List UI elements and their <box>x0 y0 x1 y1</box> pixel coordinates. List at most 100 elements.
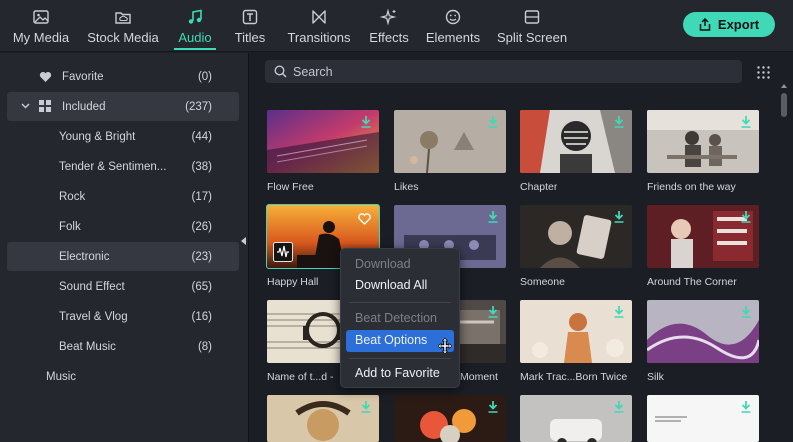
audio-card-15[interactable] <box>520 395 632 442</box>
top-tab-bar: My Media Stock Media Audio Titles Transi… <box>0 0 793 52</box>
card-title: Friends on the way <box>647 181 736 193</box>
heart-icon <box>39 71 52 82</box>
sidebar-item-label: Music <box>46 370 77 383</box>
export-button[interactable]: Export <box>683 12 775 37</box>
music-note-icon <box>188 9 202 24</box>
move-cursor-icon <box>438 338 452 354</box>
search-icon <box>274 65 287 78</box>
tab-my-media[interactable]: My Media <box>10 0 72 52</box>
collapse-sidebar-icon[interactable] <box>241 237 246 245</box>
tab-stock-media[interactable]: Stock Media <box>85 0 161 52</box>
menu-item-download-all[interactable]: Download All <box>355 278 427 292</box>
audio-card-chapter[interactable] <box>520 110 632 173</box>
sidebar-item-count: (0) <box>197 70 212 83</box>
audio-card-silk[interactable] <box>647 300 759 363</box>
grid-icon <box>39 100 51 112</box>
sidebar-item-label: Included <box>62 100 106 113</box>
menu-separator <box>349 302 451 303</box>
sidebar-item-sound-effect[interactable]: Sound Effect (65) <box>7 272 239 301</box>
card-title: Silk <box>647 371 664 383</box>
tab-label: Audio <box>178 30 212 45</box>
audio-card-mark-tracy-born-twice[interactable] <box>520 300 632 363</box>
tab-label: Elements <box>425 30 481 45</box>
sidebar-item-electronic[interactable]: Electronic (23) <box>7 242 239 271</box>
download-icon[interactable] <box>741 401 751 413</box>
tab-elements[interactable]: Elements <box>425 0 481 52</box>
sidebar-item-included[interactable]: Included (237) <box>7 92 239 121</box>
sidebar-item-travel-vlog[interactable]: Travel & Vlog (16) <box>7 302 239 331</box>
tab-label: Transitions <box>287 30 351 45</box>
search-bar[interactable]: Search <box>265 60 742 83</box>
tab-transitions[interactable]: Transitions <box>285 0 353 52</box>
audio-card-friends-on-the-way[interactable] <box>647 110 759 173</box>
download-icon[interactable] <box>488 401 498 413</box>
sidebar-item-folk[interactable]: Folk (26) <box>7 212 239 241</box>
sidebar-item-label: Beat Music <box>59 340 116 353</box>
card-title: Mark Trac...Born Twice <box>520 371 628 383</box>
sidebar-item-count: (8) <box>197 340 212 353</box>
sidebar-item-label: Sound Effect <box>59 280 125 293</box>
sidebar-item-count: (65) <box>191 280 212 293</box>
audio-card-14[interactable] <box>394 395 506 442</box>
sidebar-item-label: Favorite <box>62 70 104 83</box>
card-title: Name of t...d - <box>267 371 334 383</box>
menu-item-beat-detection: Beat Detection <box>355 311 437 325</box>
audio-card-flow-free[interactable] <box>267 110 379 173</box>
download-icon[interactable] <box>361 401 371 413</box>
tab-label: My Media <box>12 30 70 45</box>
chevron-down-icon[interactable] <box>21 103 30 109</box>
smiley-icon <box>445 9 461 25</box>
download-icon[interactable] <box>488 306 498 318</box>
sidebar-item-label: Rock <box>59 190 86 203</box>
grid-view-icon[interactable] <box>757 66 770 79</box>
download-icon[interactable] <box>741 116 751 128</box>
scrollbar-thumb[interactable] <box>781 93 787 117</box>
card-title: Around The Corner <box>647 276 737 288</box>
download-icon[interactable] <box>741 306 751 318</box>
download-icon[interactable] <box>614 401 624 413</box>
sidebar-item-count: (44) <box>191 130 212 143</box>
tab-titles[interactable]: Titles <box>233 0 267 52</box>
menu-item-beat-options[interactable]: Beat Options <box>355 333 427 347</box>
beat-waveform-icon <box>273 242 293 262</box>
split-screen-icon <box>524 10 540 24</box>
sidebar-item-count: (16) <box>191 310 212 323</box>
sidebar-item-count: (26) <box>191 220 212 233</box>
card-title: Happy Hall <box>267 276 319 288</box>
download-icon[interactable] <box>488 211 498 223</box>
sidebar-item-label: Electronic <box>59 250 110 263</box>
sidebar-item-label: Young & Bright <box>59 130 136 143</box>
sidebar-item-label: Travel & Vlog <box>59 310 128 323</box>
tab-effects[interactable]: Effects <box>367 0 411 52</box>
audio-card-little-maps[interactable] <box>647 395 759 442</box>
audio-card-around-the-corner[interactable] <box>647 205 759 268</box>
sidebar-item-young-bright[interactable]: Young & Bright (44) <box>7 122 239 151</box>
tab-split-screen[interactable]: Split Screen <box>496 0 568 52</box>
sidebar-item-tender-sentimental[interactable]: Tender & Sentimen... (38) <box>7 152 239 181</box>
tab-label: Split Screen <box>496 30 568 45</box>
audio-card-13[interactable] <box>267 395 379 442</box>
search-input[interactable]: Search <box>293 65 333 79</box>
sidebar-item-rock[interactable]: Rock (17) <box>7 182 239 211</box>
download-icon[interactable] <box>361 116 371 128</box>
audio-card-someone[interactable] <box>520 205 632 268</box>
sidebar-item-beat-music[interactable]: Beat Music (8) <box>7 332 239 361</box>
download-icon[interactable] <box>488 116 498 128</box>
audio-card-likes[interactable] <box>394 110 506 173</box>
category-sidebar: Favorite (0) Included (237) Young & Brig… <box>0 53 248 442</box>
export-icon <box>699 18 711 31</box>
download-icon[interactable] <box>614 306 624 318</box>
download-icon[interactable] <box>614 116 624 128</box>
download-icon[interactable] <box>614 211 624 223</box>
scroll-up-icon[interactable] <box>781 84 787 88</box>
card-title: Flow Free <box>267 181 314 193</box>
sidebar-item-music[interactable]: Music <box>7 362 239 391</box>
menu-item-add-to-favorite[interactable]: Add to Favorite <box>355 366 440 380</box>
heart-outline-icon[interactable] <box>358 213 371 225</box>
active-tab-underline <box>174 48 216 50</box>
transition-icon <box>312 10 326 24</box>
tab-audio[interactable]: Audio <box>174 0 216 52</box>
sidebar-item-favorite[interactable]: Favorite (0) <box>7 62 239 91</box>
panel-divider[interactable] <box>248 53 249 442</box>
download-icon[interactable] <box>741 211 751 223</box>
